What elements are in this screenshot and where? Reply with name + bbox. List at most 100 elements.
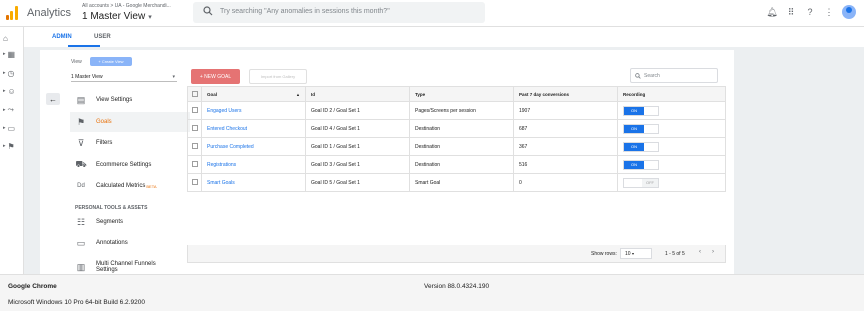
analytics-logo-icon[interactable] — [6, 6, 20, 20]
checkbox[interactable] — [192, 178, 198, 185]
nav-filters[interactable]: ⊽ Filters — [70, 133, 190, 153]
recording-cell: ON — [617, 101, 726, 120]
recording-toggle[interactable]: ON — [623, 141, 659, 152]
nav-label: Multi Channel Funnels Settings — [96, 261, 156, 273]
nav-label: View Settings — [96, 97, 133, 103]
chevron-right-icon[interactable]: › — [712, 249, 714, 255]
tab-user[interactable]: USER — [94, 34, 111, 40]
apps-icon[interactable]: ⠿ — [785, 6, 797, 18]
nav-calculated-metrics[interactable]: Dd Calculated Metrics BETA — [70, 176, 190, 196]
import-from-gallery-button[interactable]: Import from Gallery — [249, 69, 307, 84]
nav-segments[interactable]: ☷ Segments — [70, 212, 190, 232]
view-selector-label: 1 Master View — [82, 11, 146, 22]
column-label: Goal — [207, 91, 218, 97]
bell-icon[interactable]: 🔔︎ — [766, 6, 778, 18]
section-title: PERSONAL TOOLS & ASSETS — [75, 205, 148, 211]
goal-link[interactable]: Purchase Completed — [207, 144, 254, 150]
goal-id-cell: Goal ID 2 / Goal Set 1 — [305, 101, 410, 120]
back-arrow-icon[interactable]: ← — [46, 93, 60, 105]
column-header-goal[interactable]: Goal ▲ — [201, 86, 306, 102]
account-icon[interactable] — [842, 5, 856, 19]
table-search-input[interactable]: Search — [630, 68, 718, 83]
view-dropdown[interactable]: 1 Master View ▾ — [71, 72, 177, 82]
more-vert-icon[interactable]: ⋮ — [823, 6, 835, 18]
filter-icon: ⊽ — [77, 137, 85, 148]
show-rows-label: Show rows: — [591, 251, 617, 257]
select-all-cell[interactable] — [187, 86, 202, 102]
tab-admin[interactable]: ADMIN — [52, 34, 72, 40]
table-search-placeholder: Search — [644, 72, 660, 79]
recording-toggle[interactable]: ON — [623, 159, 659, 170]
view-selector[interactable]: 1 Master View ▾ — [82, 11, 152, 22]
table-row: Purchase Completed Goal ID 1 / Goal Set … — [187, 137, 726, 156]
toggle-on-label: ON — [624, 124, 644, 133]
goal-link[interactable]: Smart Goals — [207, 180, 235, 186]
audience-icon[interactable]: ▸ ☺ — [3, 86, 21, 96]
sort-arrow-icon[interactable]: ▲ — [296, 92, 300, 97]
nav-goals[interactable]: ⚑ Goals — [70, 112, 190, 132]
recording-cell: ON — [617, 155, 726, 174]
row-checkbox-cell — [187, 155, 202, 174]
checkbox[interactable] — [192, 124, 198, 131]
nav-view-settings[interactable]: ▤ View Settings — [70, 90, 190, 110]
behavior-icon[interactable]: ▸ ▭ — [3, 123, 21, 133]
goal-name-cell: Smart Goals — [201, 173, 306, 192]
customization-icon[interactable]: ▸ ▦ — [3, 49, 21, 59]
table-row: Engaged Users Goal ID 2 / Goal Set 1 Pag… — [187, 101, 726, 120]
new-goal-button[interactable]: + NEW GOAL — [191, 69, 240, 84]
segments-icon: ☷ — [76, 216, 86, 227]
nav-label: Goals — [96, 119, 112, 125]
home-icon[interactable]: ⌂ — [3, 33, 21, 43]
goal-name-cell: Registrations — [201, 155, 306, 174]
chevron-left-icon[interactable]: ‹ — [699, 249, 701, 255]
left-rail: ⌂ ▸ ▦ ▸ ◷ ▸ ☺ ▸ ⤳ ▸ ▭ ▸ ⚑ — [0, 27, 24, 274]
goal-link[interactable]: Engaged Users — [207, 108, 241, 114]
nav-ecommerce-settings[interactable]: ⛟ Ecommerce Settings — [70, 155, 190, 175]
column-header-recording[interactable]: Recording — [617, 86, 726, 102]
checkbox[interactable] — [192, 90, 198, 97]
admin-tabs: ADMIN USER — [24, 27, 864, 47]
toggle-on-label: ON — [624, 106, 644, 115]
breadcrumb[interactable]: All accounts > UA - Google Merchandi... — [82, 3, 171, 9]
flag-icon: ⚑ — [76, 116, 86, 127]
view-column-label: View — [71, 59, 82, 65]
goal-type-cell: Smart Goal — [409, 173, 514, 192]
goal-type-cell: Destination — [409, 137, 514, 156]
row-checkbox-cell — [187, 173, 202, 192]
goal-id-cell: Goal ID 1 / Goal Set 1 — [305, 137, 410, 156]
recording-toggle[interactable]: ON — [623, 123, 659, 134]
acquisition-icon[interactable]: ▸ ⤳ — [3, 105, 21, 115]
search-icon — [203, 6, 213, 16]
goal-link[interactable]: Registrations — [207, 162, 236, 168]
column-header-conversions[interactable]: Past 7 day conversions — [513, 86, 618, 102]
checkbox[interactable] — [192, 142, 198, 149]
goal-type-cell: Pages/Screens per session — [409, 101, 514, 120]
table-header-row: Goal ▲ Id Type Past 7 day conversions Rec… — [187, 86, 726, 102]
nav-annotations[interactable]: ▭ Annotations — [70, 233, 190, 253]
help-icon[interactable]: ? — [804, 6, 816, 18]
toggle-on-label: ON — [624, 142, 644, 151]
show-rows-select[interactable]: 10 ▾ — [620, 248, 652, 259]
admin-panel: View + Create View 1 Master View ▾ ← ▤ Vi… — [40, 50, 734, 274]
column-header-type[interactable]: Type — [409, 86, 514, 102]
cart-icon: ⛟ — [75, 159, 87, 169]
recording-cell: OFF — [617, 173, 726, 192]
page-range: 1 - 5 of 5 — [665, 251, 685, 257]
goal-link[interactable]: Entered Checkout — [207, 126, 247, 132]
goal-conversions-cell: 0 — [513, 173, 618, 192]
recording-toggle[interactable]: ON — [623, 105, 659, 116]
goal-name-cell: Engaged Users — [201, 101, 306, 120]
conversions-icon[interactable]: ▸ ⚑ — [3, 141, 21, 151]
checkbox[interactable] — [192, 106, 198, 113]
checkbox[interactable] — [192, 160, 198, 167]
recording-toggle[interactable]: OFF — [623, 177, 659, 188]
table-row: Entered Checkout Goal ID 4 / Goal Set 1 … — [187, 119, 726, 138]
create-view-button[interactable]: + Create View — [90, 57, 132, 66]
beta-badge: BETA — [146, 183, 157, 189]
goal-conversions-cell: 687 — [513, 119, 618, 138]
reports-icon[interactable]: ▸ ◷ — [3, 68, 21, 78]
search-bar[interactable]: Try searching "Any anomalies in sessions… — [193, 2, 485, 23]
goal-name-cell: Purchase Completed — [201, 137, 306, 156]
goal-name-cell: Entered Checkout — [201, 119, 306, 138]
column-header-id[interactable]: Id — [305, 86, 410, 102]
